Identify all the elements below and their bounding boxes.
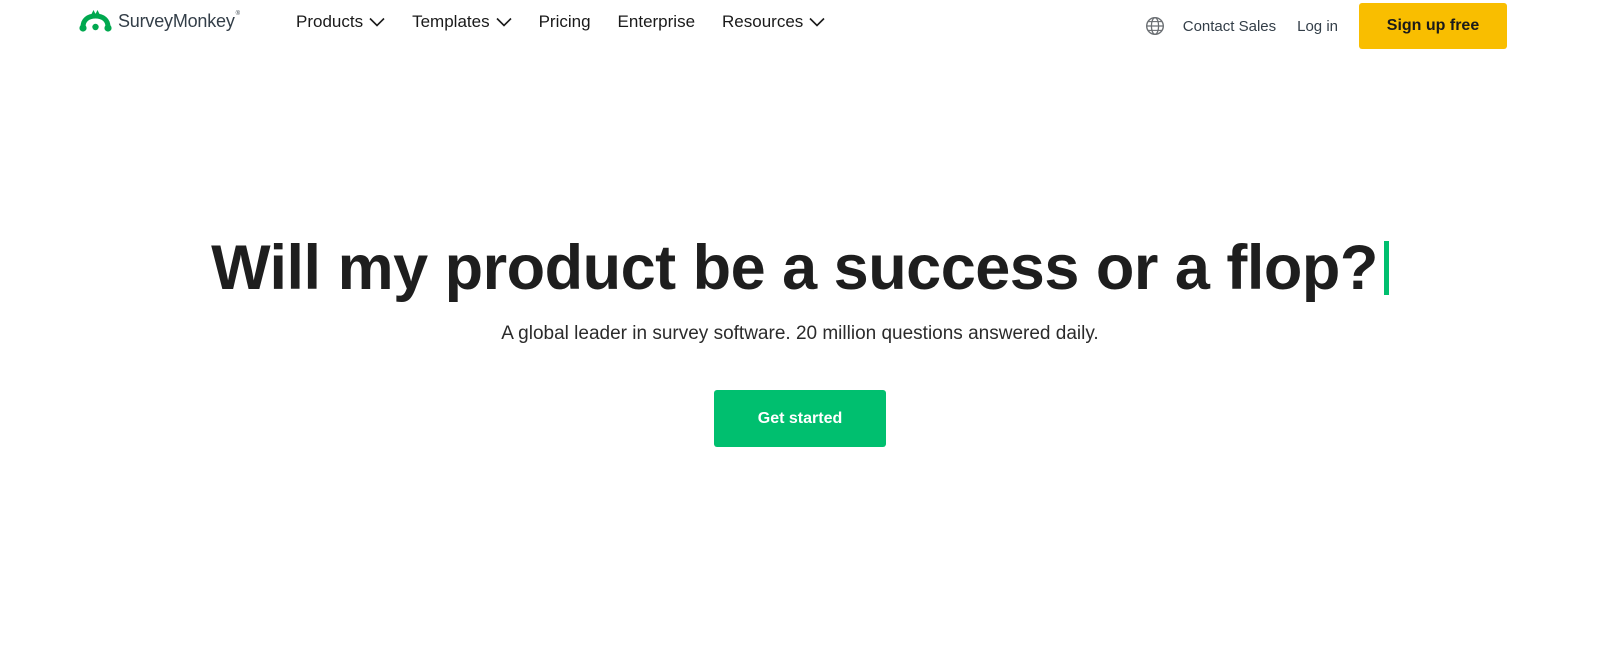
page: SurveyMonkey® Products Templates Pricing En… bbox=[0, 0, 1600, 654]
get-started-button[interactable]: Get started bbox=[714, 390, 886, 447]
nav-item-enterprise[interactable]: Enterprise bbox=[618, 12, 695, 32]
header-actions: Contact Sales Log in Sign up free bbox=[1145, 3, 1507, 49]
chevron-down-icon bbox=[496, 17, 512, 27]
surveymonkey-logo[interactable]: SurveyMonkey® bbox=[79, 8, 240, 34]
nav-item-label: Enterprise bbox=[617, 12, 696, 31]
hero-title: Will my product be a success or a flop? bbox=[0, 230, 1600, 306]
nav-item-pricing[interactable]: Pricing bbox=[539, 12, 591, 32]
sign-up-button[interactable]: Sign up free bbox=[1359, 3, 1507, 49]
log-in-link[interactable]: Log in bbox=[1297, 18, 1338, 35]
top-header: SurveyMonkey® Products Templates Pricing En… bbox=[0, 0, 1600, 52]
monkey-logo-icon bbox=[79, 10, 112, 32]
nav-item-label: Pricing bbox=[538, 12, 591, 31]
brand-name: SurveyMonkey® bbox=[118, 10, 240, 31]
hero-subtitle: A global leader in survey software. 20 m… bbox=[501, 323, 1099, 344]
main-nav: Products Templates Pricing Enterprise Resour… bbox=[296, 12, 852, 32]
nav-item-label: Resources bbox=[722, 12, 804, 31]
nav-item-resources[interactable]: Resources bbox=[722, 12, 825, 32]
hero-title-text: Will my product be a success or a flop? bbox=[211, 233, 1378, 303]
chevron-down-icon bbox=[809, 17, 825, 27]
nav-item-products[interactable]: Products bbox=[296, 12, 385, 32]
globe-icon[interactable] bbox=[1145, 16, 1165, 36]
chevron-down-icon bbox=[369, 17, 385, 27]
brand-trademark: ® bbox=[235, 10, 240, 17]
nav-item-label: Templates bbox=[412, 12, 490, 31]
contact-sales-link[interactable]: Contact Sales bbox=[1183, 18, 1276, 35]
nav-item-templates[interactable]: Templates bbox=[412, 12, 512, 32]
typing-cursor bbox=[1383, 241, 1389, 295]
nav-item-label: Products bbox=[296, 12, 364, 31]
